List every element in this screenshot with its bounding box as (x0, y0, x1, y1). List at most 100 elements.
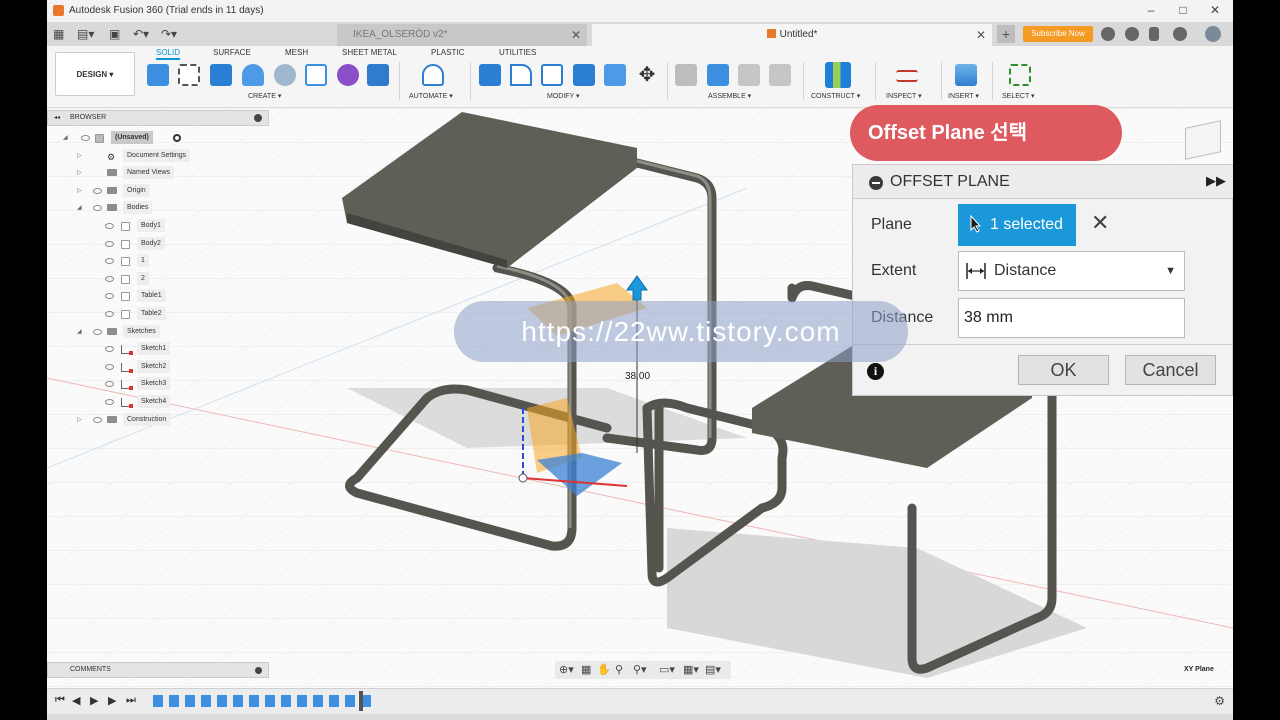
browser-tree-row[interactable]: ◢ Bodies (47, 201, 269, 215)
create-group-label[interactable]: CREATE ▾ (248, 92, 281, 100)
combine-icon[interactable] (573, 64, 595, 86)
look-at-icon[interactable]: ▦ (581, 663, 591, 676)
browser-tree-row[interactable]: ▷ ⚙ Document Settings (47, 148, 269, 163)
new-component-assemble-icon[interactable] (707, 64, 729, 86)
orbit-icon[interactable]: ⊕▾ (559, 663, 574, 676)
browser-tree-row[interactable]: 2 (47, 271, 269, 286)
help-icon[interactable] (1173, 27, 1187, 41)
expand-caret-icon[interactable]: ▷ (77, 416, 82, 423)
shell-icon[interactable] (541, 64, 563, 86)
browser-item-label[interactable]: Sketch2 (137, 359, 171, 373)
pattern-icon[interactable] (305, 64, 327, 86)
split-body-icon[interactable] (604, 64, 626, 86)
browser-item-label[interactable]: 1 (137, 254, 149, 268)
go-to-end-icon[interactable]: ⏭ (126, 694, 136, 707)
subscribe-now-button[interactable]: Subscribe Now (1023, 26, 1093, 42)
browser-item-label[interactable]: Sketch3 (137, 377, 171, 391)
browser-tree-row[interactable]: Body2 (47, 236, 269, 251)
browser-item-label[interactable]: 2 (137, 271, 149, 285)
visibility-eye-icon[interactable] (105, 258, 114, 265)
visibility-eye-icon[interactable] (93, 416, 102, 423)
clear-selection-icon[interactable]: ✕ (1091, 212, 1109, 234)
visibility-eye-icon[interactable] (93, 328, 102, 335)
collapse-caret-icon[interactable]: ◢ (77, 204, 82, 211)
automate-icon[interactable] (422, 64, 444, 86)
visibility-eye-icon[interactable] (105, 223, 114, 229)
distance-input[interactable]: 38 mm (958, 298, 1185, 338)
zoom-icon[interactable]: ⚲ (615, 663, 623, 676)
expand-caret-icon[interactable]: ▷ (77, 152, 82, 159)
expand-caret-icon[interactable]: ▷ (77, 187, 82, 194)
visibility-eye-icon[interactable] (105, 363, 114, 370)
extrude-icon[interactable] (210, 64, 232, 86)
browser-tree-row[interactable]: ▷ Construction (47, 412, 269, 427)
add-comment-icon[interactable] (255, 667, 262, 674)
visibility-eye-icon[interactable] (105, 293, 114, 300)
comments-panel[interactable]: COMMENTS (47, 662, 269, 678)
play-icon[interactable]: ▶ (90, 694, 98, 707)
apps-grid-icon[interactable]: ▦ (53, 26, 64, 42)
browser-item-label[interactable]: Named Views (123, 166, 175, 180)
browser-item-label[interactable]: Sketch1 (137, 342, 171, 356)
timeline-marker[interactable] (359, 691, 363, 711)
pan-icon[interactable]: ✋ (597, 663, 611, 676)
visibility-eye-icon[interactable] (81, 135, 90, 141)
insert-derive-icon[interactable] (367, 64, 389, 86)
activate-radio-icon[interactable] (173, 134, 181, 142)
file-menu-icon[interactable]: ▤▾ (77, 26, 94, 42)
collapse-dialog-icon[interactable] (869, 176, 883, 190)
step-back-icon[interactable]: ◀ (72, 694, 80, 707)
browser-item-label[interactable]: Construction (123, 412, 171, 426)
timeline-settings-icon[interactable]: ⚙ (1214, 694, 1225, 708)
cancel-button[interactable]: Cancel (1125, 355, 1216, 385)
browser-item-label[interactable]: Document Settings (123, 148, 191, 162)
modify-group-label[interactable]: MODIFY ▾ (547, 92, 580, 100)
joint-origin-icon[interactable] (769, 64, 791, 86)
maximize-button[interactable]: □ (1169, 3, 1197, 17)
automate-group-label[interactable]: AUTOMATE ▾ (409, 92, 453, 100)
tab-solid[interactable]: SOLID (156, 48, 181, 60)
browser-tree-row[interactable]: Table2 (47, 307, 269, 321)
redo-icon[interactable]: ↷▾ (161, 26, 177, 42)
press-pull-icon[interactable] (479, 64, 501, 86)
tab-sheet-metal[interactable]: SHEET METAL (342, 48, 397, 57)
browser-tree-row[interactable]: Table1 (47, 289, 269, 303)
browser-tree-row[interactable]: 1 (47, 254, 269, 268)
dimension-value[interactable]: 38.00 (625, 371, 650, 382)
browser-item-label[interactable]: Table1 (137, 289, 166, 303)
close-tab-icon[interactable]: ✕ (976, 24, 986, 46)
timeline-features[interactable] (153, 695, 373, 707)
browser-tree-row[interactable]: Sketch1 (47, 342, 269, 356)
design-workspace-dropdown[interactable]: DESIGN ▾ (55, 52, 135, 96)
step-forward-icon[interactable]: ▶ (108, 694, 116, 707)
browser-item-label[interactable]: Origin (123, 183, 150, 197)
visibility-eye-icon[interactable] (105, 311, 114, 317)
tab-untitled[interactable]: Untitled* ✕ (592, 24, 992, 46)
visibility-eye-icon[interactable] (93, 187, 102, 194)
insert-group-label[interactable]: INSERT ▾ (948, 92, 979, 100)
collapse-browser-icon[interactable]: ◂◂ (54, 114, 60, 121)
assemble-group-label[interactable]: ASSEMBLE ▾ (708, 92, 751, 100)
fillet-icon[interactable] (510, 64, 532, 86)
browser-item-label[interactable]: Body2 (137, 236, 165, 250)
collapse-caret-icon[interactable]: ◢ (63, 134, 68, 141)
create-sketch-icon[interactable] (178, 64, 200, 86)
expand-caret-icon[interactable]: ▷ (77, 169, 82, 176)
fit-icon[interactable]: ⚲▾ (633, 663, 647, 676)
ok-button[interactable]: OK (1018, 355, 1109, 385)
browser-tree-row[interactable]: Sketch3 (47, 377, 269, 391)
tab-surface[interactable]: SURFACE (213, 48, 251, 57)
browser-tree-row[interactable]: Sketch4 (47, 395, 269, 409)
new-tab-button[interactable]: + (997, 25, 1015, 43)
insert-image-icon[interactable] (955, 64, 977, 86)
browser-item-label[interactable]: Sketches (123, 324, 160, 338)
expand-dialog-icon[interactable]: ▶▶ (1206, 173, 1226, 189)
visibility-eye-icon[interactable] (105, 346, 114, 353)
visibility-eye-icon[interactable] (105, 275, 114, 282)
go-to-start-icon[interactable]: ⏮ (55, 694, 65, 707)
undo-icon[interactable]: ↶▾ (133, 26, 149, 42)
dialog-header[interactable]: OFFSET PLANE ▶▶ (853, 165, 1233, 199)
display-settings-icon[interactable]: ▭▾ (659, 663, 675, 676)
extent-dropdown[interactable]: Distance ▼ (958, 251, 1185, 291)
extensions-icon[interactable] (1101, 27, 1115, 41)
